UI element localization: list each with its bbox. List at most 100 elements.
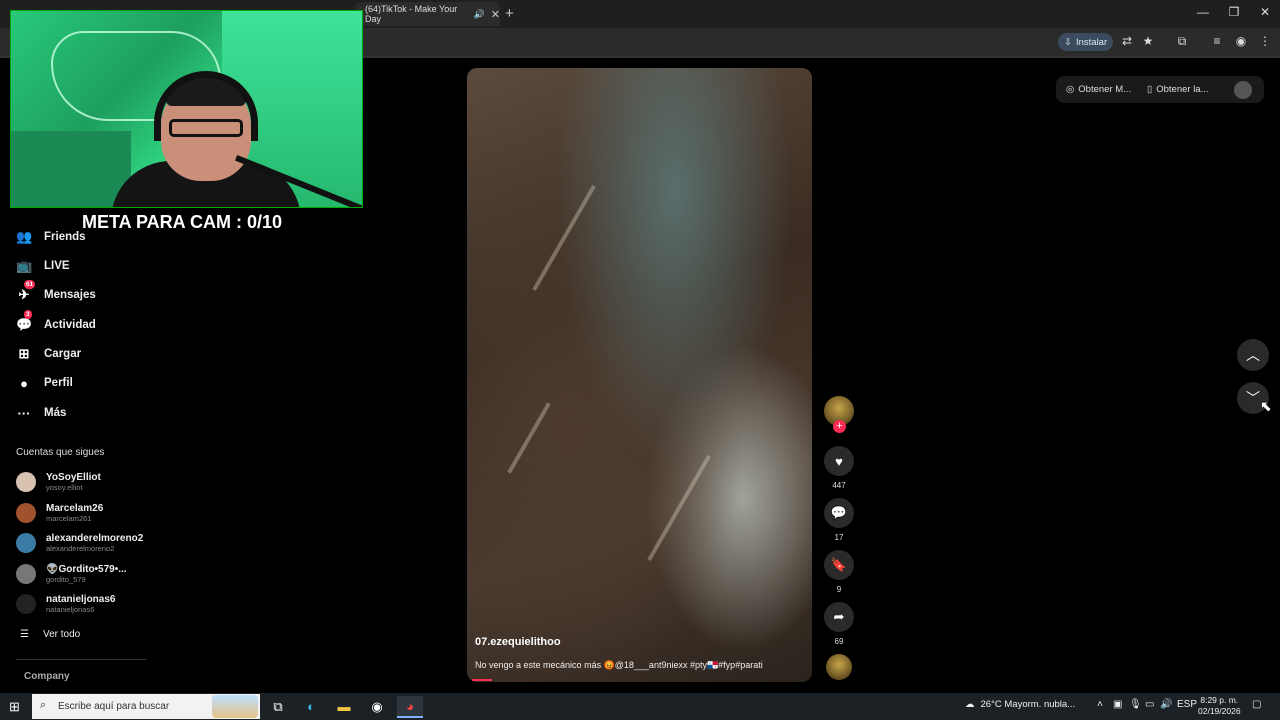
followed-account[interactable]: 👽Gordito•579•... gordito_579	[16, 560, 127, 588]
avatar	[16, 503, 36, 523]
tray-chevron-icon[interactable]: ˄	[1097, 699, 1103, 710]
speaker-icon[interactable]: 🔊	[474, 9, 485, 20]
phone-icon: ▯	[1147, 84, 1153, 95]
avatar	[16, 594, 36, 614]
video-player[interactable]	[467, 68, 812, 682]
get-app-button[interactable]: ▯ Obtener la...	[1147, 84, 1209, 95]
obs-icon[interactable]: ◉	[364, 696, 390, 718]
sidebar-divider	[16, 659, 146, 660]
webcam-overlay	[10, 10, 363, 208]
sidebar-item-label: LIVE	[44, 260, 70, 272]
avatar	[16, 472, 36, 492]
sidebar-item-profile[interactable]: ● Perfil	[16, 372, 73, 394]
save-button[interactable]: 🔖	[824, 550, 854, 580]
translate-icon[interactable]: ⇄	[1118, 34, 1136, 48]
video-progress-bar[interactable]	[472, 679, 493, 681]
chevron-down-icon: ﹀	[1246, 390, 1260, 406]
share-icon: ➦	[833, 609, 845, 624]
tray-app-icon[interactable]: ▣	[1113, 699, 1122, 710]
file-explorer-icon[interactable]: ▬	[331, 696, 357, 718]
close-window-button[interactable]: ✕	[1250, 5, 1280, 19]
previous-video-button[interactable]: ︿	[1237, 339, 1269, 371]
sidebar-item-upload[interactable]: ⊞ Cargar	[16, 343, 82, 365]
cam-goal-text: META PARA CAM : 0/10	[82, 212, 283, 232]
restore-button[interactable]: ❐	[1219, 5, 1249, 19]
language-indicator[interactable]: ESP	[1177, 699, 1197, 710]
install-icon: ⇩	[1064, 36, 1072, 48]
sidebar-item-friends[interactable]: 👥 Friends	[16, 226, 86, 248]
search-highlight-image	[212, 695, 258, 718]
sidebar-item-messages[interactable]: ✈ 61 Mensajes	[16, 280, 96, 306]
followed-account[interactable]: alexanderelmoreno2 alexanderelmoreno2	[16, 529, 143, 557]
profile-icon[interactable]: ◉	[1232, 34, 1250, 48]
sidebar-item-label: Cargar	[44, 348, 82, 360]
sidebar-item-live[interactable]: 📺 LIVE	[16, 255, 70, 277]
messages-icon: ✈ 61	[18, 280, 36, 302]
sidebar-item-label: Friends	[44, 231, 86, 243]
activity-icon: 💬 3	[16, 310, 33, 332]
friends-icon: 👥	[16, 229, 33, 244]
new-tab-button[interactable]: +	[505, 5, 514, 22]
browser-tab[interactable]: (64)TikTok - Make Your Day 🔊 ✕	[355, 2, 500, 26]
coin-icon: ◎	[1066, 84, 1075, 95]
see-all-label: Ver todo	[42, 629, 81, 640]
sidebar-item-more[interactable]: ··· Más	[16, 402, 67, 424]
reading-list-icon[interactable]: ≡	[1208, 34, 1226, 48]
profile-icon: ●	[20, 375, 28, 391]
followed-account[interactable]: natanieljonas6 natanieljonas6	[16, 590, 115, 618]
install-button[interactable]: ⇩ Instalar	[1058, 33, 1114, 51]
tab-title: (64)TikTok - Make Your Day	[365, 4, 458, 24]
heart-icon: ♥	[835, 453, 843, 469]
followed-account[interactable]: Marcelam26 marcelam261	[16, 499, 103, 527]
like-button[interactable]: ♥	[824, 446, 854, 476]
task-view-icon[interactable]: ⧉	[265, 696, 291, 718]
upload-icon: ⊞	[18, 346, 30, 361]
live-icon: 📺	[16, 258, 33, 273]
avatar	[16, 533, 36, 553]
more-icon: ···	[17, 405, 31, 421]
bookmark-star-icon[interactable]: ★	[1139, 34, 1157, 48]
mouse-cursor: ⬉	[1260, 398, 1272, 414]
see-all-link[interactable]: ☰ Ver todo	[20, 629, 80, 640]
clock[interactable]: 8:29 p. m. 02/19/2026	[1198, 695, 1241, 717]
following-section-title: Cuentas que sigues	[16, 447, 105, 458]
bookmark-icon: 🔖	[830, 557, 848, 572]
share-count: 69	[834, 637, 844, 646]
music-disc[interactable]	[826, 654, 852, 680]
chevron-up-icon: ︿	[1246, 347, 1260, 363]
notifications-icon[interactable]: ▢	[1252, 699, 1261, 710]
minimize-button[interactable]: —	[1188, 5, 1218, 19]
close-tab-icon[interactable]: ✕	[491, 8, 500, 21]
share-button[interactable]: ➦	[824, 602, 854, 632]
sidebar-item-activity[interactable]: 💬 3 Actividad	[16, 310, 96, 336]
install-label: Instalar	[1075, 36, 1108, 48]
video-author-username[interactable]: 07.ezequielithoo	[475, 636, 561, 648]
sidebar-item-label: Perfil	[44, 377, 73, 389]
comment-count: 17	[834, 533, 844, 542]
volume-icon[interactable]: 🔊	[1160, 699, 1172, 710]
followed-account[interactable]: YoSoyElliot yosoy.elliot	[16, 468, 101, 496]
extensions-icon[interactable]: ⧉	[1173, 34, 1191, 49]
cloud-icon: ☁	[965, 699, 975, 710]
sidebar-item-label: Actividad	[44, 319, 96, 331]
save-count: 9	[836, 585, 842, 594]
menu-dots-icon[interactable]: ⋮	[1256, 34, 1274, 48]
activity-badge: 3	[24, 310, 32, 319]
get-coins-button[interactable]: ◎ Obtener M...	[1066, 84, 1131, 95]
user-avatar[interactable]	[1234, 81, 1252, 99]
avatar	[16, 564, 36, 584]
chrome-icon[interactable]: ◕	[397, 696, 423, 718]
microphone-icon[interactable]: 🎙	[1129, 699, 1142, 710]
list-icon: ☰	[20, 629, 29, 640]
like-count: 447	[832, 481, 846, 490]
weather-widget[interactable]: ☁ 26°C Mayorm. nubla...	[965, 699, 1075, 710]
comment-button[interactable]: 💬	[824, 498, 854, 528]
windows-start-icon[interactable]: ⊞	[9, 699, 20, 715]
edge-icon[interactable]: ◐	[298, 696, 324, 718]
comment-icon: 💬	[830, 505, 848, 520]
search-icon: ⌕	[40, 699, 47, 711]
follow-plus-icon[interactable]: +	[833, 420, 846, 433]
network-icon[interactable]: ▭	[1145, 699, 1154, 710]
company-link[interactable]: Company	[24, 671, 70, 682]
sidebar-item-label: Mensajes	[44, 289, 96, 301]
